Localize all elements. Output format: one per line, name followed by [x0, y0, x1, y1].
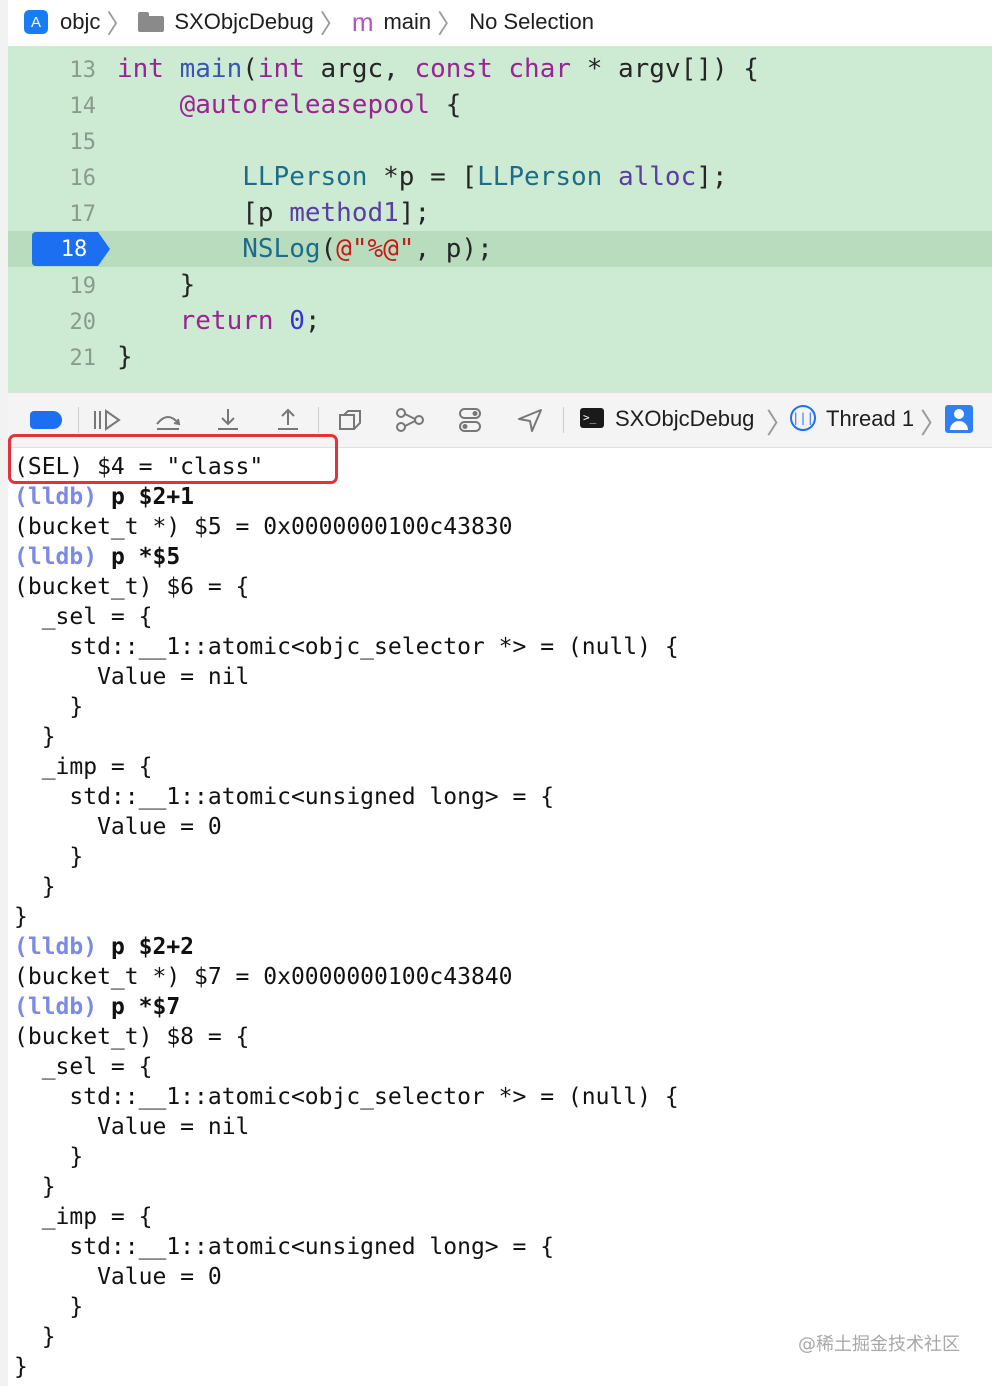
chevron-right-icon: 〉	[319, 8, 346, 39]
console-output-line: (bucket_t *) $5 = 0x0000000100c43830	[14, 514, 513, 540]
lldb-prompt: (lldb)	[14, 934, 98, 960]
code-text: @autoreleasepool {	[179, 90, 462, 120]
console-output-line: std::__1::atomic<unsigned long> = {	[14, 784, 555, 810]
console-output-line: }	[14, 844, 84, 870]
line-number: 17	[69, 202, 97, 227]
console-command-line: (lldb) p $2+2	[14, 932, 194, 962]
step-out-icon[interactable]	[273, 407, 303, 433]
breadcrumb-project[interactable]: objc	[60, 9, 100, 35]
console-output-line: (bucket_t) $8 = {	[14, 1024, 250, 1050]
console-output-line: Value = 0	[14, 1264, 222, 1290]
step-over-icon[interactable]	[153, 407, 183, 433]
divider	[563, 407, 564, 433]
command-text: p *$7	[97, 994, 181, 1020]
console-output-line: Value = nil	[14, 1114, 250, 1140]
console-output-line: std::__1::atomic<unsigned long> = {	[14, 1234, 555, 1260]
continue-icon[interactable]	[92, 407, 122, 433]
line-number: 20	[69, 310, 97, 335]
console-output-line: (SEL) $4 = "class"	[14, 454, 264, 480]
lldb-prompt: (lldb)	[14, 994, 98, 1020]
chevron-right-icon: 〉	[106, 8, 133, 39]
divider	[318, 407, 319, 433]
simulate-location-icon[interactable]	[515, 407, 545, 433]
environment-overrides-icon[interactable]	[455, 407, 485, 433]
breadcrumb-target[interactable]: SXObjcDebug	[174, 9, 313, 35]
code-text: return 0;	[179, 306, 321, 336]
console-output-line: }	[14, 1144, 84, 1170]
console-output-line: Value = 0	[14, 814, 222, 840]
console-output-line: std::__1::atomic<objc_selector *> = (nul…	[14, 1084, 679, 1110]
line-number: 19	[69, 274, 97, 299]
breakpoint-marker[interactable]: 18	[32, 232, 112, 266]
terminal-icon: >_	[580, 408, 604, 428]
breadcrumb-selection[interactable]: No Selection	[469, 9, 594, 35]
left-gutter-strip	[0, 0, 8, 1386]
thread-icon: |||	[790, 405, 816, 431]
console-output-line: }	[14, 1174, 56, 1200]
console-output-line: _sel = {	[14, 1054, 153, 1080]
chevron-right-icon: 〉	[437, 8, 464, 39]
console-output-line: }	[14, 1294, 84, 1320]
step-into-icon[interactable]	[213, 407, 243, 433]
memory-graph-icon[interactable]	[395, 407, 425, 433]
line-number: 18	[60, 237, 88, 262]
console-output-line: (bucket_t *) $7 = 0x0000000100c43840	[14, 964, 513, 990]
source-editor[interactable]: 13 int main(int argc, const char * argv[]…	[8, 46, 992, 392]
command-text: p $2+2	[97, 934, 195, 960]
console-output-line: }	[14, 1324, 56, 1350]
code-line[interactable]: 14 @autoreleasepool {	[8, 87, 992, 123]
line-number: 14	[69, 94, 97, 119]
divider	[78, 407, 79, 433]
app-project-icon[interactable]: A	[24, 10, 48, 34]
objc-file-icon: m	[351, 6, 374, 37]
lldb-prompt: (lldb)	[14, 544, 98, 570]
console-command-line: (lldb) p *$5	[14, 542, 180, 572]
console-output-line: }	[14, 1354, 28, 1380]
console-command-line: (lldb) p *$7	[14, 992, 180, 1022]
command-text: p *$5	[97, 544, 181, 570]
code-line[interactable]: 15	[8, 123, 992, 159]
line-number: 15	[69, 130, 97, 155]
thread-name[interactable]: Thread 1	[826, 406, 914, 432]
view-hierarchy-icon[interactable]	[335, 407, 365, 433]
folder-icon	[138, 12, 165, 32]
console-command-line: (lldb) p $2+1	[14, 482, 194, 512]
frame-person-icon[interactable]	[945, 405, 973, 433]
lldb-console[interactable]: (SEL) $4 = "class" (lldb) p $2+1 (bucket_t…	[8, 434, 992, 1386]
code-line[interactable]: 21}	[8, 339, 992, 375]
code-line[interactable]: 13 int main(int argc, const char * argv[]…	[8, 51, 992, 87]
code-line[interactable]: 18 NSLog(@"%@", p);	[8, 231, 992, 267]
breadcrumb-function[interactable]: main	[383, 9, 431, 35]
console-output-line: std::__1::atomic<objc_selector *> = (nul…	[14, 634, 679, 660]
line-number: 16	[69, 166, 97, 191]
code-text: }	[117, 342, 133, 372]
console-output-line: _imp = {	[14, 1204, 153, 1230]
console-output-line: }	[14, 904, 28, 930]
process-name[interactable]: SXObjcDebug	[615, 406, 754, 432]
jump-bar: A objc 〉 SXObjcDebug 〉 m main 〉 No Selec…	[8, 0, 992, 44]
breakpoints-toggle-icon[interactable]	[30, 411, 62, 429]
console-output-line: _sel = {	[14, 604, 153, 630]
line-number: 13	[69, 58, 97, 83]
lldb-prompt: (lldb)	[14, 484, 98, 510]
console-output-line: Value = nil	[14, 664, 250, 690]
code-text: LLPerson *p = [LLPerson alloc];	[242, 162, 728, 192]
console-output-line: }	[14, 724, 56, 750]
console-output-line: }	[14, 874, 56, 900]
code-text: [p method1];	[242, 198, 431, 228]
code-line[interactable]: 19 }	[8, 267, 992, 303]
chevron-right-icon: 〉	[920, 408, 949, 439]
command-text: p $2+1	[97, 484, 195, 510]
console-output-line: }	[14, 694, 84, 720]
console-output-line: (bucket_t) $6 = {	[14, 574, 250, 600]
code-line[interactable]: 20 return 0;	[8, 303, 992, 339]
console-output-line: _imp = {	[14, 754, 153, 780]
code-text: }	[179, 270, 196, 300]
code-text: NSLog(@"%@", p);	[242, 234, 493, 264]
watermark-text: @稀土掘金技术社区	[798, 1334, 960, 1355]
line-number: 21	[69, 346, 97, 371]
code-line[interactable]: 16 LLPerson *p = [LLPerson alloc];	[8, 159, 992, 195]
code-text: int main(int argc, const char * argv[]) …	[117, 54, 759, 84]
code-line[interactable]: 17 [p method1];	[8, 195, 992, 231]
